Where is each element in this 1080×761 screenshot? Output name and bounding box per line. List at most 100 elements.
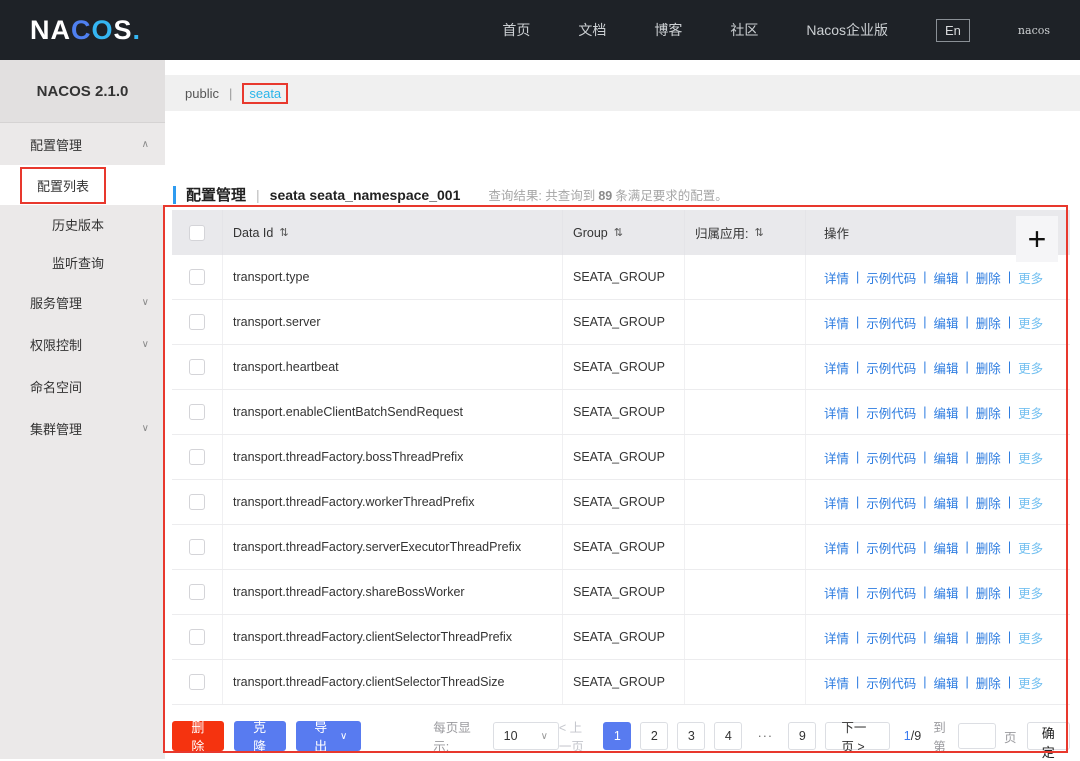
row-checkbox[interactable] — [189, 314, 205, 330]
sidebar-item[interactable]: 服务管理∨ — [0, 281, 165, 323]
nav-item[interactable]: 社区 — [730, 20, 758, 40]
delete-button[interactable]: 删除 — [172, 721, 224, 751]
row-checkbox[interactable] — [189, 629, 205, 645]
action-link[interactable]: 编辑 — [934, 628, 959, 647]
action-link[interactable]: 删除 — [976, 493, 1001, 512]
action-link[interactable]: 详情 — [824, 493, 849, 512]
action-link[interactable]: 编辑 — [934, 538, 959, 557]
action-link[interactable]: 编辑 — [934, 358, 959, 377]
row-checkbox[interactable] — [189, 449, 205, 465]
action-link[interactable]: 更多 — [1018, 403, 1043, 422]
action-link[interactable]: 示例代码 — [866, 403, 916, 422]
action-link[interactable]: 删除 — [976, 628, 1001, 647]
action-link[interactable]: 示例代码 — [866, 628, 916, 647]
namespace-tab-seata[interactable]: seata — [242, 83, 288, 104]
row-checkbox[interactable] — [189, 584, 205, 600]
action-link[interactable]: 编辑 — [934, 448, 959, 467]
action-link[interactable]: 详情 — [824, 538, 849, 557]
action-link[interactable]: 更多 — [1018, 628, 1043, 647]
language-toggle[interactable]: En — [936, 19, 970, 42]
nav-item[interactable]: 文档 — [578, 20, 606, 40]
action-link[interactable]: 示例代码 — [866, 268, 916, 287]
action-link[interactable]: 示例代码 — [866, 538, 916, 557]
action-link[interactable]: 示例代码 — [866, 583, 916, 602]
page-number-button[interactable]: 4 — [714, 722, 742, 750]
page-number-button[interactable]: 9 — [788, 722, 816, 750]
action-link[interactable]: 更多 — [1018, 448, 1043, 467]
action-link[interactable]: 删除 — [976, 673, 1001, 692]
action-link[interactable]: 详情 — [824, 358, 849, 377]
goto-confirm-button[interactable]: 确定 — [1027, 722, 1070, 750]
cell-data-id: transport.threadFactory.clientSelectorTh… — [222, 615, 562, 659]
action-link[interactable]: 更多 — [1018, 268, 1043, 287]
action-link[interactable]: 删除 — [976, 313, 1001, 332]
user-menu[interactable]: nacos — [1018, 24, 1050, 37]
cell-group: SEATA_GROUP — [562, 345, 684, 389]
sidebar-subitem[interactable]: 历史版本 — [0, 205, 165, 243]
action-link[interactable]: 示例代码 — [866, 313, 916, 332]
action-link[interactable]: 详情 — [824, 268, 849, 287]
action-link[interactable]: 更多 — [1018, 358, 1043, 377]
action-link[interactable]: 示例代码 — [866, 493, 916, 512]
select-all-checkbox[interactable] — [189, 225, 205, 241]
action-link[interactable]: 更多 — [1018, 493, 1043, 512]
action-link[interactable]: 详情 — [824, 628, 849, 647]
next-page-button[interactable]: 下一页 > — [825, 722, 889, 750]
action-link[interactable]: 编辑 — [934, 403, 959, 422]
action-link[interactable]: 详情 — [824, 583, 849, 602]
namespace-tab-public[interactable]: public — [185, 86, 219, 101]
row-checkbox[interactable] — [189, 494, 205, 510]
sort-icon[interactable]: ⇅ — [614, 226, 623, 239]
action-link[interactable]: 编辑 — [934, 268, 959, 287]
sort-icon[interactable]: ⇅ — [279, 226, 288, 239]
sidebar-subitem[interactable]: 监听查询 — [0, 243, 165, 281]
nav-item[interactable]: Nacos企业版 — [806, 20, 888, 40]
row-checkbox[interactable] — [189, 359, 205, 375]
export-label: 导出 — [310, 717, 332, 755]
action-link[interactable]: 示例代码 — [866, 448, 916, 467]
action-link[interactable]: 删除 — [976, 358, 1001, 377]
action-link[interactable]: 示例代码 — [866, 358, 916, 377]
action-link[interactable]: 删除 — [976, 403, 1001, 422]
action-link[interactable]: 编辑 — [934, 313, 959, 332]
sidebar-item[interactable]: 集群管理∨ — [0, 407, 165, 449]
row-checkbox[interactable] — [189, 269, 205, 285]
action-link[interactable]: 示例代码 — [866, 673, 916, 692]
page-size-select[interactable]: 10 ∨ — [493, 722, 559, 750]
page-number-button[interactable]: 3 — [677, 722, 705, 750]
page-number-button[interactable]: 2 — [640, 722, 668, 750]
action-link[interactable]: 更多 — [1018, 538, 1043, 557]
action-link[interactable]: 删除 — [976, 583, 1001, 602]
action-link[interactable]: 编辑 — [934, 583, 959, 602]
row-checkbox[interactable] — [189, 404, 205, 420]
nacos-logo[interactable]: NACOS. — [30, 15, 141, 46]
goto-page-input[interactable] — [958, 723, 996, 749]
clone-button[interactable]: 克隆 — [234, 721, 286, 751]
action-link[interactable]: 更多 — [1018, 673, 1043, 692]
sidebar-item[interactable]: 命名空间 — [0, 365, 165, 407]
action-link[interactable]: 更多 — [1018, 313, 1043, 332]
row-checkbox[interactable] — [189, 674, 205, 690]
action-link[interactable]: 编辑 — [934, 673, 959, 692]
action-link[interactable]: 详情 — [824, 673, 849, 692]
action-link[interactable]: 删除 — [976, 268, 1001, 287]
export-button[interactable]: 导出∨ — [296, 721, 362, 751]
action-link[interactable]: 删除 — [976, 448, 1001, 467]
add-config-button[interactable]: + — [1016, 216, 1058, 262]
action-link[interactable]: 详情 — [824, 313, 849, 332]
action-link[interactable]: 详情 — [824, 448, 849, 467]
prev-page-button[interactable]: < 上一页 — [559, 717, 591, 755]
action-link[interactable]: 更多 — [1018, 583, 1043, 602]
nav-item[interactable]: 首页 — [502, 20, 530, 40]
nav-item[interactable]: 博客 — [654, 20, 682, 40]
logo-text: O — [92, 15, 114, 45]
row-checkbox[interactable] — [189, 539, 205, 555]
sidebar-subitem[interactable]: 配置列表 — [0, 165, 165, 205]
action-link[interactable]: 删除 — [976, 538, 1001, 557]
action-link[interactable]: 编辑 — [934, 493, 959, 512]
sort-icon[interactable]: ⇅ — [754, 226, 763, 239]
page-number-button[interactable]: 1 — [603, 722, 631, 750]
sidebar-item[interactable]: 配置管理∧ — [0, 123, 165, 165]
sidebar-item[interactable]: 权限控制∨ — [0, 323, 165, 365]
action-link[interactable]: 详情 — [824, 403, 849, 422]
